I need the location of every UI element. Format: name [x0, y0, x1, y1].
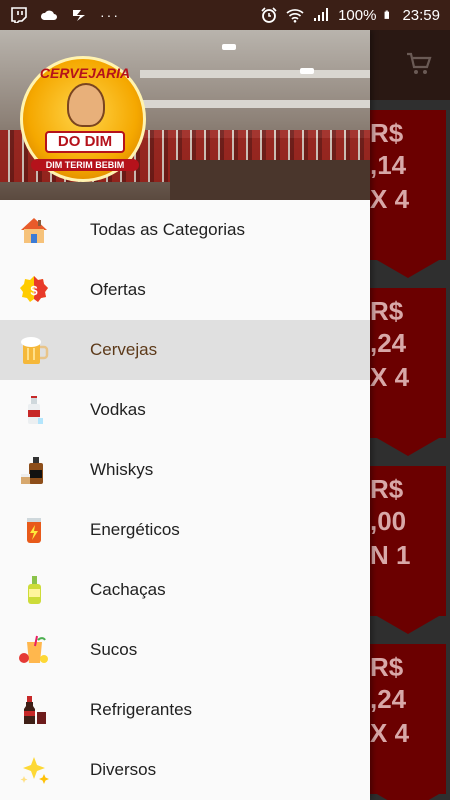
twitch-icon	[11, 7, 27, 23]
promo-tag[interactable]: R$ ,14 X 4	[370, 110, 446, 278]
menu-item-diversos[interactable]: Diversos	[0, 740, 370, 800]
menu-item-whiskys[interactable]: Whiskys	[0, 440, 370, 500]
signal-icon	[314, 8, 329, 21]
ceiling-light	[300, 68, 314, 74]
app-screen: ··· 100% 23:59 R$ ,14 X 4 R$ ,24 X 4 R$ …	[0, 0, 450, 800]
whisky-icon	[21, 457, 43, 484]
logo-title: CERVEJARIA	[39, 65, 131, 81]
beer-mug-icon	[21, 337, 49, 364]
navigation-drawer: CERVEJARIA DO DIM DIM TERIM BEBIM Todas …	[0, 30, 370, 800]
ceiling-light	[222, 44, 236, 50]
menu-item-todas-as-categorias[interactable]: Todas as Categorias	[0, 200, 370, 260]
vodka-bottle-icon	[28, 396, 43, 424]
menu-item-refrigerantes[interactable]: Refrigerantes	[0, 680, 370, 740]
brand-logo: CERVEJARIA DO DIM DIM TERIM BEBIM	[20, 56, 146, 182]
logo-banner: DO DIM	[45, 131, 125, 153]
shopping-cart-icon[interactable]	[406, 52, 432, 76]
store-shelf	[140, 100, 370, 108]
alarm-icon	[261, 7, 277, 23]
cachaca-bottle-icon	[28, 576, 41, 604]
menu-item-cervejas[interactable]: Cervejas	[0, 320, 370, 380]
menu-item-ofertas[interactable]: $ Ofertas	[0, 260, 370, 320]
soda-icon	[24, 696, 46, 724]
svg-text:$: $	[30, 283, 38, 298]
house-icon	[21, 218, 47, 243]
clock: 23:59	[402, 6, 440, 24]
menu-item-energeticos[interactable]: Energéticos	[0, 500, 370, 560]
battery-level: 100%	[338, 6, 377, 24]
battery-icon	[385, 10, 390, 19]
drawer-menu: Todas as Categorias $ Ofertas Cervejas V…	[0, 200, 370, 800]
store-counter	[170, 160, 370, 200]
price-tag-icon: $	[20, 276, 48, 302]
menu-item-sucos[interactable]: Sucos	[0, 620, 370, 680]
app-notification-icon	[73, 10, 85, 21]
sparkles-icon	[20, 757, 49, 784]
promo-tag[interactable]: R$ ,00 N 1	[370, 466, 446, 634]
status-bar: ··· 100% 23:59	[0, 0, 450, 30]
app-toolbar	[370, 30, 450, 100]
drawer-header: CERVEJARIA DO DIM DIM TERIM BEBIM	[0, 30, 370, 200]
promo-tag[interactable]: R$ ,24 X 4	[370, 644, 446, 800]
wifi-icon	[286, 9, 304, 23]
energy-can-icon	[27, 518, 41, 543]
more-notifications-icon: ···	[100, 7, 120, 23]
logo-slogan: DIM TERIM BEBIM	[31, 159, 139, 171]
background-product-list: R$ ,14 X 4 R$ ,24 X 4 R$ ,00 N 1 R$ ,24 …	[370, 30, 450, 800]
store-shelf	[140, 70, 370, 78]
menu-item-vodkas[interactable]: Vodkas	[0, 380, 370, 440]
menu-item-cachacas[interactable]: Cachaças	[0, 560, 370, 620]
juice-icon	[19, 635, 48, 663]
cloud-icon	[40, 10, 57, 20]
promo-tag[interactable]: R$ ,24 X 4	[370, 288, 446, 456]
logo-mascot	[67, 83, 105, 127]
